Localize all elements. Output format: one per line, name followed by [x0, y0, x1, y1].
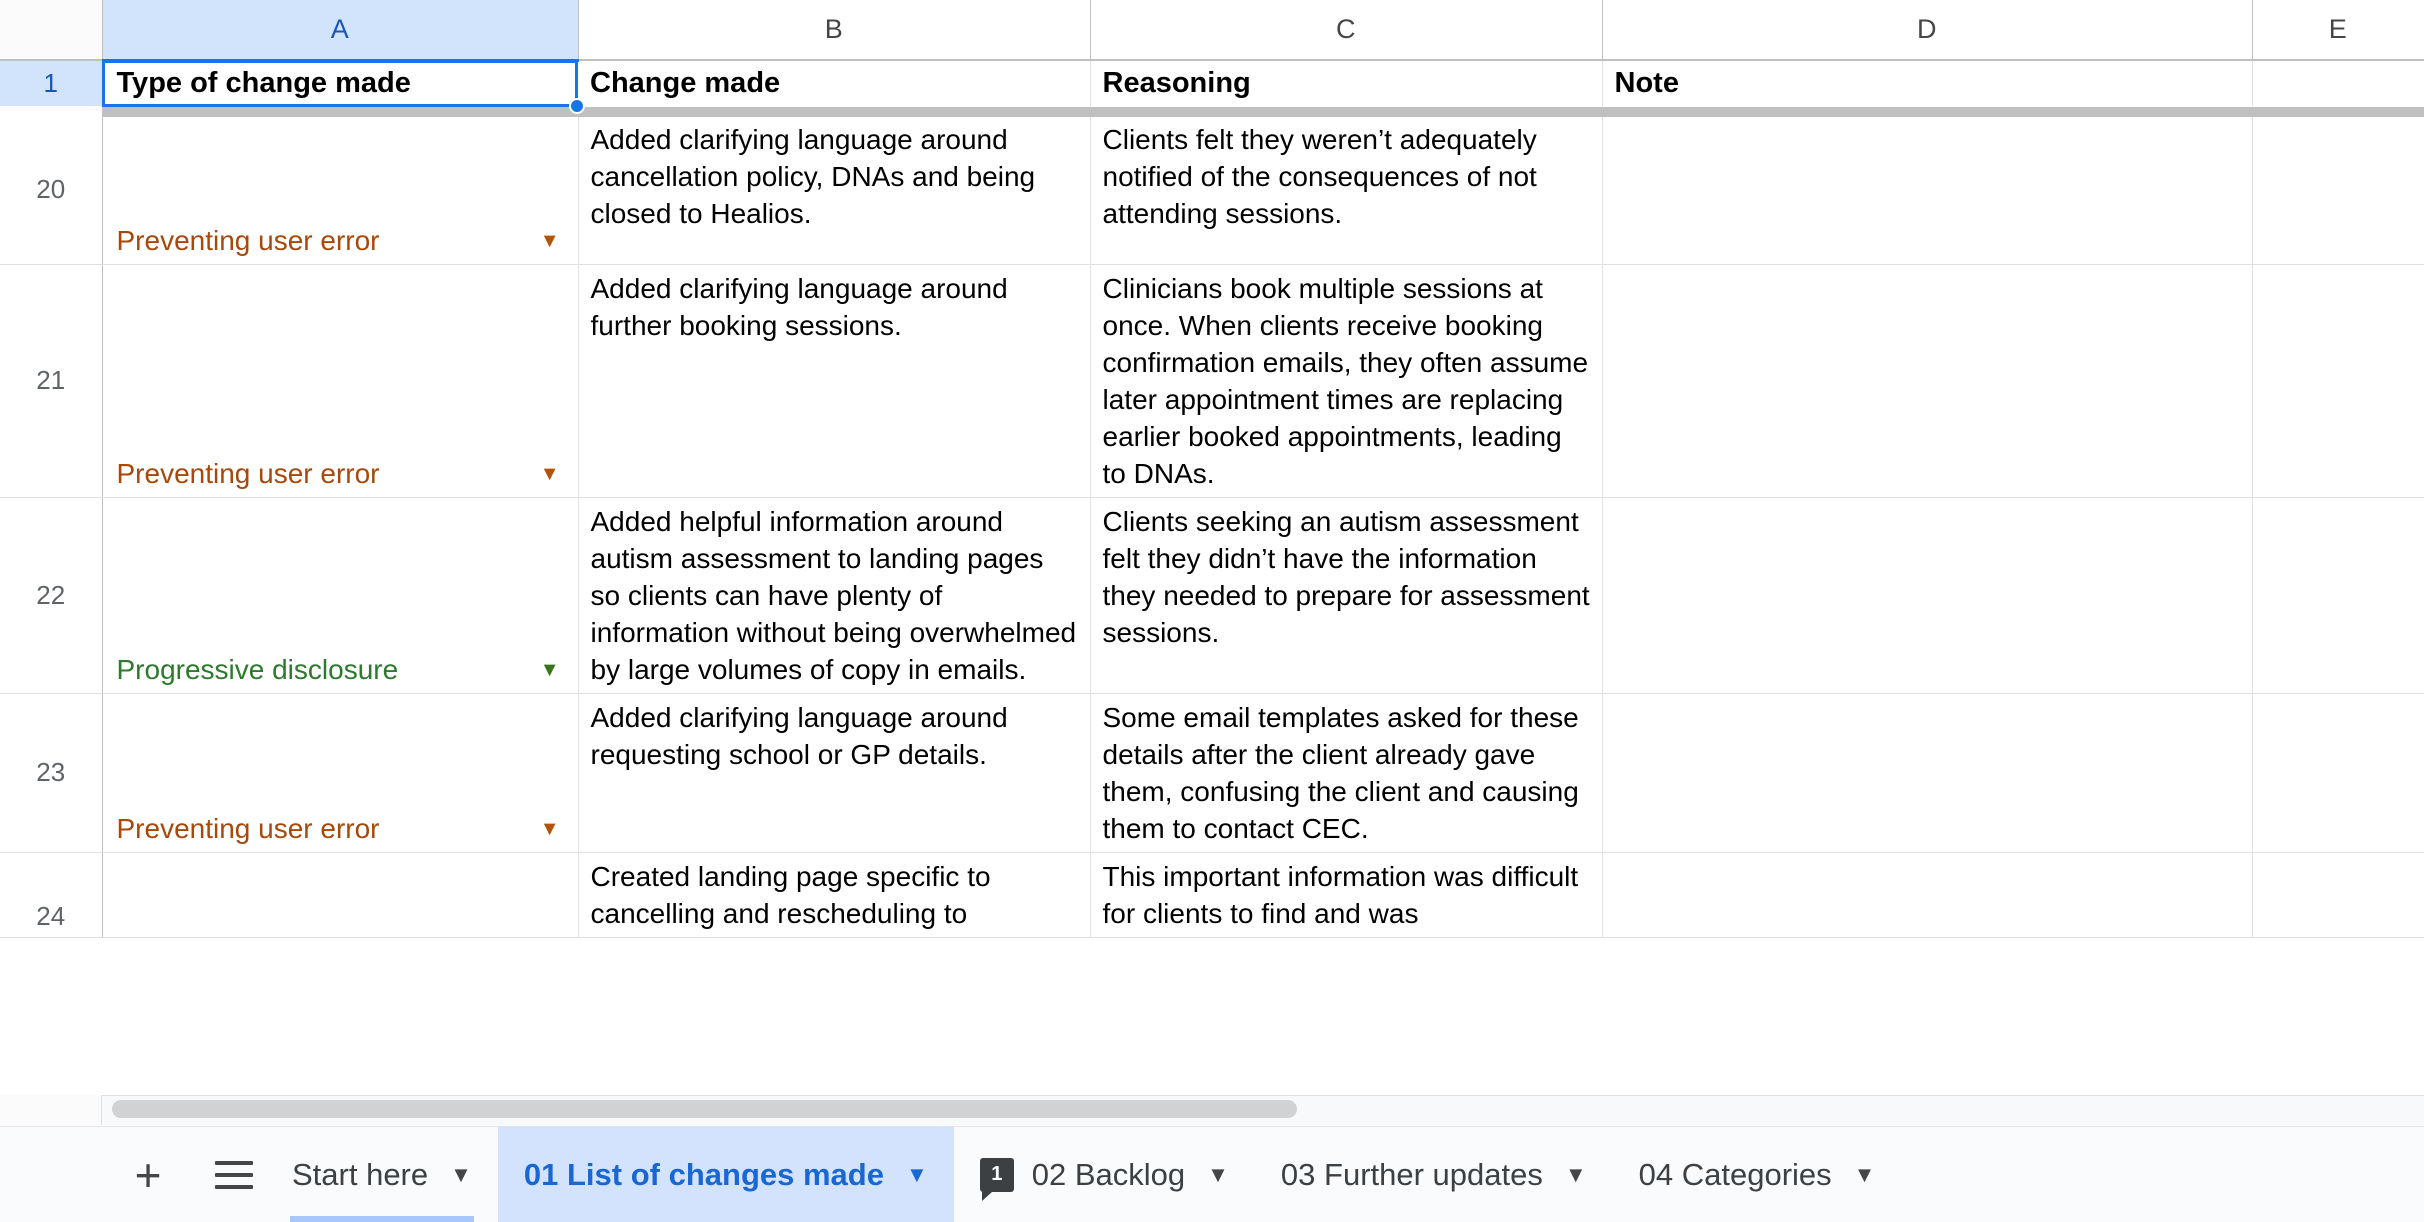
select-all-corner[interactable]	[0, 0, 103, 61]
cell-reasoning[interactable]: This important information was difficult…	[1090, 852, 1603, 938]
sheet-table: A B C D E 1 Type of change made Change m…	[0, 0, 2424, 938]
cell-reasoning[interactable]: Clients seeking an autism assessment fel…	[1090, 497, 1603, 694]
sheet-tab-02-backlog[interactable]: 1 02 Backlog ▼	[954, 1127, 1255, 1222]
header-row-1: 1 Type of change made Change made Reason…	[0, 60, 2424, 106]
chevron-down-icon[interactable]: ▼	[540, 464, 560, 484]
chevron-down-icon[interactable]: ▼	[540, 819, 560, 839]
cell-e[interactable]	[2252, 852, 2424, 938]
cell-note[interactable]	[1602, 693, 2253, 853]
cell-category[interactable]: Preventing user error ▼	[102, 693, 579, 853]
cell-e[interactable]	[2252, 264, 2424, 498]
cell-change[interactable]: Added clarifying language around cancell…	[578, 116, 1091, 265]
comment-count-badge: 1	[979, 1157, 1014, 1201]
sheet-tab-start-here[interactable]: Start here ▼	[266, 1127, 498, 1222]
frozen-row-divider	[0, 107, 2424, 117]
spreadsheet-app: A B C D E 1 Type of change made Change m…	[0, 0, 2424, 1222]
cell-change[interactable]: Added clarifying language around request…	[578, 693, 1091, 853]
sheet-tab-01-list-of-changes-made[interactable]: 01 List of changes made ▼	[497, 1126, 954, 1222]
sheet-tab-03-further-updates[interactable]: 03 Further updates ▼	[1255, 1127, 1613, 1222]
row-number[interactable]: 24	[0, 852, 103, 938]
column-header-a[interactable]: A	[102, 0, 579, 62]
cell-category[interactable]: Progressive disclosure ▼	[102, 497, 579, 694]
cell-d1[interactable]: Note	[1602, 60, 2253, 106]
chevron-down-icon[interactable]: ▼	[1854, 1163, 1876, 1186]
cell-e[interactable]	[2252, 693, 2424, 853]
column-header-d[interactable]: D	[1602, 0, 2253, 61]
cell-c1[interactable]: Reasoning	[1090, 60, 1603, 106]
category-label: Progressive disclosure	[116, 653, 399, 685]
sheet-tab-label: Start here	[292, 1156, 429, 1192]
scrollbar-corner	[0, 1095, 102, 1125]
table-row[interactable]: 24 Created landing page specific to canc…	[0, 852, 2424, 938]
row-number[interactable]: 20	[0, 116, 103, 265]
table-row[interactable]: 20 Preventing user error ▼ Added clarify…	[0, 116, 2424, 265]
sheet-tab-label: 03 Further updates	[1280, 1156, 1543, 1192]
cell-change[interactable]: Created landing page specific to cancell…	[578, 852, 1091, 938]
cell-reasoning[interactable]: Clients felt they weren’t adequately not…	[1090, 116, 1603, 265]
chevron-down-icon[interactable]: ▼	[540, 660, 560, 680]
cell-category[interactable]: Preventing user error ▼	[102, 264, 579, 498]
sheet-tab-label: 02 Backlog	[1031, 1156, 1186, 1192]
row-number[interactable]: 21	[0, 264, 103, 498]
sheet-tab-bar: + Start here ▼ 01 List of changes made ▼…	[0, 1126, 2424, 1222]
cell-e[interactable]	[2252, 116, 2424, 265]
add-sheet-button[interactable]: +	[116, 1143, 180, 1207]
cell-b1[interactable]: Change made	[578, 60, 1091, 106]
chevron-down-icon[interactable]: ▼	[1207, 1163, 1229, 1186]
cell-change[interactable]: Added clarifying language around further…	[578, 264, 1091, 498]
cell-a1[interactable]: Type of change made	[102, 60, 578, 106]
cell-category[interactable]: Preventing user error ▼	[102, 116, 579, 265]
cell-e[interactable]	[2252, 497, 2424, 694]
spreadsheet-grid[interactable]: A B C D E 1 Type of change made Change m…	[0, 0, 2424, 1100]
column-header-c[interactable]: C	[1090, 0, 1603, 61]
table-row[interactable]: 23 Preventing user error ▼ Added clarify…	[0, 693, 2424, 853]
cell-note[interactable]	[1602, 852, 2253, 938]
chevron-down-icon[interactable]: ▼	[1565, 1163, 1587, 1186]
table-row[interactable]: 22 Progressive disclosure ▼ Added helpfu…	[0, 497, 2424, 694]
category-label: Preventing user error	[116, 224, 380, 256]
sheet-tab-04-categories[interactable]: 04 Categories ▼	[1613, 1127, 1902, 1222]
cell-reasoning[interactable]: Some email templates asked for these det…	[1090, 693, 1603, 853]
all-sheets-menu-button[interactable]	[202, 1143, 266, 1207]
chevron-down-icon[interactable]: ▼	[450, 1163, 472, 1186]
chevron-down-icon[interactable]: ▼	[540, 231, 560, 251]
cell-note[interactable]	[1602, 497, 2253, 694]
cell-change[interactable]: Added helpful information around autism …	[578, 497, 1091, 694]
chevron-down-icon[interactable]: ▼	[906, 1163, 928, 1186]
row-number[interactable]: 22	[0, 497, 103, 694]
row-number[interactable]: 23	[0, 693, 103, 853]
cell-reasoning[interactable]: Clinicians book multiple sessions at onc…	[1090, 264, 1603, 498]
cell-category[interactable]	[102, 852, 579, 938]
column-header-row: A B C D E	[0, 0, 2424, 62]
hamburger-icon	[215, 1160, 253, 1189]
cell-note[interactable]	[1602, 116, 2253, 265]
cell-note[interactable]	[1602, 264, 2253, 498]
sheet-tab-label: 01 List of changes made	[523, 1156, 884, 1192]
plus-icon: +	[134, 1148, 162, 1201]
category-label: Preventing user error	[116, 812, 380, 844]
column-header-e[interactable]: E	[2252, 0, 2424, 61]
table-row[interactable]: 21 Preventing user error ▼ Added clarify…	[0, 264, 2424, 498]
fill-handle[interactable]	[569, 98, 585, 114]
column-header-b[interactable]: B	[578, 0, 1091, 61]
horizontal-scrollbar-thumb[interactable]	[112, 1100, 1297, 1118]
row-number-1[interactable]: 1	[0, 60, 103, 106]
cell-e1[interactable]	[2252, 60, 2424, 106]
sheet-tab-label: 04 Categories	[1638, 1156, 1832, 1192]
category-label: Preventing user error	[116, 457, 380, 489]
